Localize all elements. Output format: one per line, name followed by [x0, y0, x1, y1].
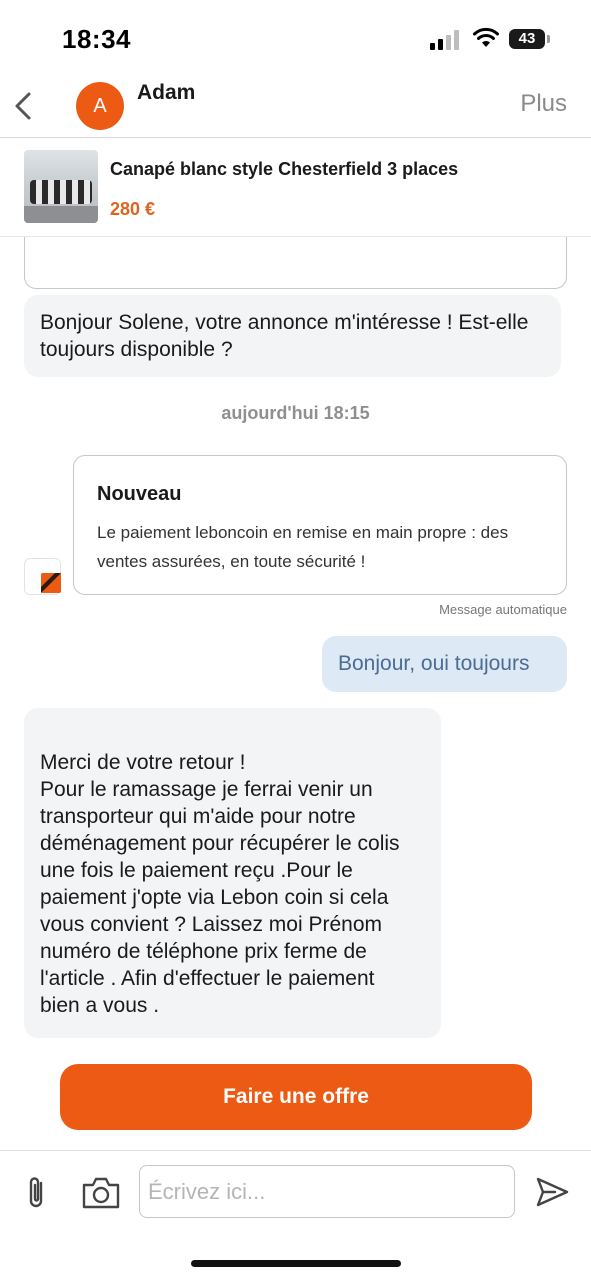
camera-icon[interactable]	[80, 1175, 122, 1211]
make-offer-button[interactable]: Faire une offre	[60, 1064, 532, 1130]
message-composer	[0, 1150, 591, 1230]
chevron-left-icon[interactable]	[8, 86, 38, 126]
message-text: Bonjour, oui toujours	[338, 652, 530, 675]
incoming-message: Merci de votre retour ! Pour le ramassag…	[24, 708, 441, 1038]
automatic-message-label: Message automatique	[439, 602, 567, 617]
status-bar: 18:34 43	[0, 0, 591, 80]
system-avatar	[24, 558, 61, 595]
system-message-title: Nouveau	[97, 483, 182, 505]
avatar[interactable]: A	[76, 82, 124, 130]
product-price: 280 €	[110, 199, 156, 219]
home-indicator[interactable]	[191, 1260, 401, 1267]
outgoing-message: Bonjour, oui toujours	[322, 636, 567, 692]
incoming-message: Bonjour Solene, votre annonce m'intéress…	[24, 295, 561, 377]
conversation-header: A Adam Plus	[0, 80, 591, 138]
floor-image-shape	[24, 206, 98, 223]
more-button[interactable]: Plus	[520, 90, 567, 118]
sofa-image-shape	[30, 180, 92, 204]
send-icon[interactable]	[533, 1173, 571, 1211]
product-summary[interactable]: Canapé blanc style Chesterfield 3 places…	[0, 139, 591, 237]
product-title: Canapé blanc style Chesterfield 3 places	[110, 159, 459, 179]
battery-tip	[547, 35, 550, 43]
system-message-text: Le paiement leboncoin en remise en main …	[97, 523, 509, 571]
message-input[interactable]	[139, 1165, 515, 1218]
message-text: Merci de votre retour ! Pour le ramassag…	[40, 751, 400, 1017]
cellular-signal-icon	[430, 30, 459, 50]
paperclip-icon[interactable]	[22, 1173, 52, 1213]
product-thumbnail[interactable]	[24, 150, 98, 223]
date-separator: aujourd'hui 18:15	[221, 403, 370, 423]
wifi-icon	[473, 27, 499, 47]
system-message-card: Nouveau Le paiement leboncoin en remise …	[73, 455, 567, 595]
contact-name[interactable]: Adam	[137, 81, 195, 105]
battery-icon: 43	[509, 29, 545, 49]
leboncoin-logo-icon	[41, 573, 61, 593]
status-time: 18:34	[62, 24, 131, 54]
message-text: Bonjour Solene, votre annonce m'intéress…	[40, 311, 529, 361]
